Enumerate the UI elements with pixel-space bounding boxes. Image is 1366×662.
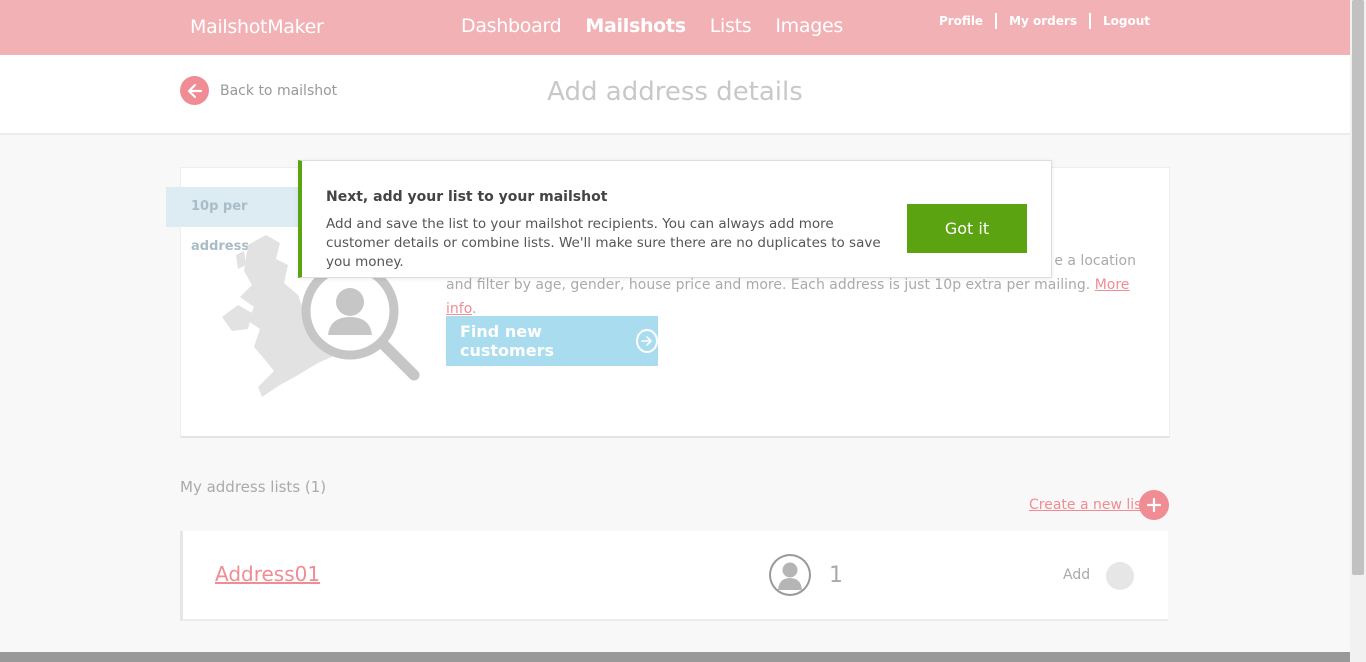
got-it-button[interactable]: Got it: [907, 204, 1027, 253]
scrollbar-thumb[interactable]: [1352, 0, 1364, 575]
price-tag-badge: 10p per address: [166, 187, 306, 254]
tooltip-title: Next, add your list to your mailshot: [326, 189, 608, 205]
profile-link[interactable]: Profile: [939, 14, 983, 28]
add-label: Add: [1063, 567, 1091, 583]
sub-header: Back to mailshot Add address details: [0, 55, 1350, 135]
nav-dashboard[interactable]: Dashboard: [461, 15, 562, 37]
divider: [1088, 13, 1091, 29]
onboarding-tooltip: Next, add your list to your mailshot Add…: [298, 160, 1052, 278]
add-toggle[interactable]: [1106, 562, 1134, 590]
nav-images[interactable]: Images: [775, 15, 843, 37]
my-orders-link[interactable]: My orders: [1009, 14, 1077, 28]
plus-icon[interactable]: [1139, 490, 1169, 520]
find-new-customers-label: Find new customers: [460, 322, 554, 360]
top-navigation-bar: MailshotMaker Dashboard Mailshots Lists …: [0, 0, 1350, 55]
list-name-link[interactable]: Address01: [215, 562, 320, 586]
tooltip-body: Add and save the list to your mailshot r…: [326, 216, 881, 270]
list-recipient-count: 1: [829, 563, 843, 588]
arrow-right-icon: [635, 329, 658, 353]
promo-text-line2: and filter by age, gender, house price a…: [446, 277, 1130, 317]
user-nav: Profile My orders Logout: [939, 13, 1150, 29]
create-new-list-link[interactable]: Create a new list: [1029, 497, 1147, 513]
logout-link[interactable]: Logout: [1103, 14, 1150, 28]
find-new-customers-button[interactable]: Find new customers: [446, 316, 658, 366]
page-title: Add address details: [547, 77, 803, 107]
brand-logo[interactable]: MailshotMaker: [190, 16, 324, 38]
nav-lists[interactable]: Lists: [710, 15, 752, 37]
promo-text: and filter by age, gender, house price a…: [446, 277, 1091, 293]
list-item: Address01 1 Add: [180, 531, 1168, 621]
divider: [995, 13, 998, 29]
nav-mailshots[interactable]: Mailshots: [585, 15, 686, 37]
user-avatar-icon: [769, 554, 811, 596]
my-address-lists-heading: My address lists (1): [180, 478, 327, 496]
main-nav: Dashboard Mailshots Lists Images: [461, 15, 843, 37]
footer-edge: [0, 652, 1350, 662]
